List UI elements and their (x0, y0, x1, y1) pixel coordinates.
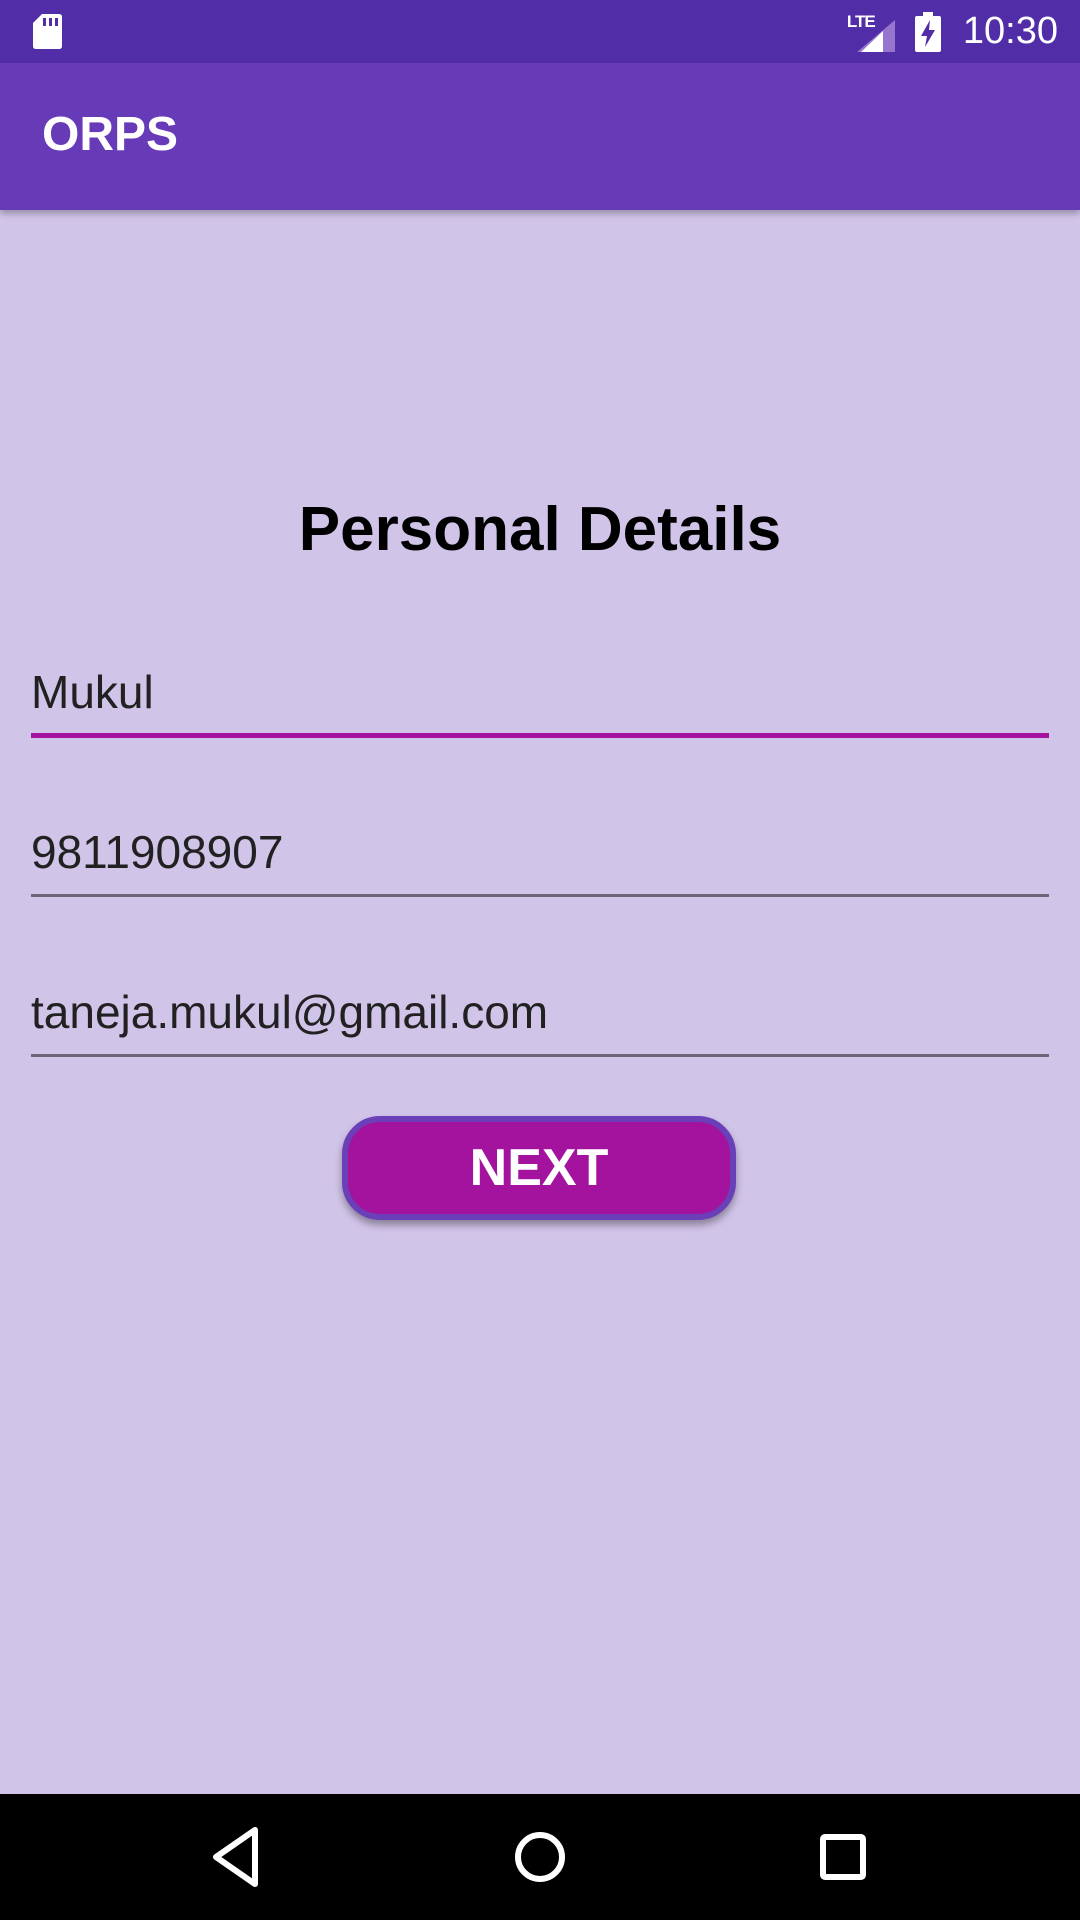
email-field-underline (31, 1054, 1049, 1057)
battery-charging-icon (914, 11, 941, 52)
recents-icon[interactable] (808, 1822, 878, 1892)
name-input[interactable] (31, 650, 1049, 734)
status-bar: LTE 10:30 (0, 0, 1080, 63)
screen: LTE 10:30 ORPS Personal Details Mukul 98… (0, 0, 1080, 1920)
email-field[interactable] (31, 970, 1049, 1060)
phone-field-underline (31, 894, 1049, 897)
phone-field[interactable] (31, 810, 1049, 900)
app-title: ORPS (42, 108, 179, 161)
home-icon[interactable] (505, 1822, 575, 1892)
page-heading: Personal Details (298, 495, 782, 564)
phone-input[interactable] (31, 810, 1049, 894)
back-icon[interactable] (202, 1822, 272, 1892)
signal-indicator: LTE (847, 12, 897, 52)
next-button[interactable]: NEXT (342, 1116, 736, 1220)
email-input[interactable] (31, 970, 1049, 1054)
status-right-group: LTE 10:30 (847, 0, 1058, 63)
status-clock: 10:30 (962, 10, 1058, 52)
name-field[interactable] (31, 650, 1049, 740)
sd-card-icon (33, 14, 62, 49)
app-bar: ORPS (0, 63, 1080, 210)
signal-icon (856, 19, 895, 52)
name-field-underline (31, 733, 1049, 738)
navigation-bar (0, 1794, 1080, 1920)
